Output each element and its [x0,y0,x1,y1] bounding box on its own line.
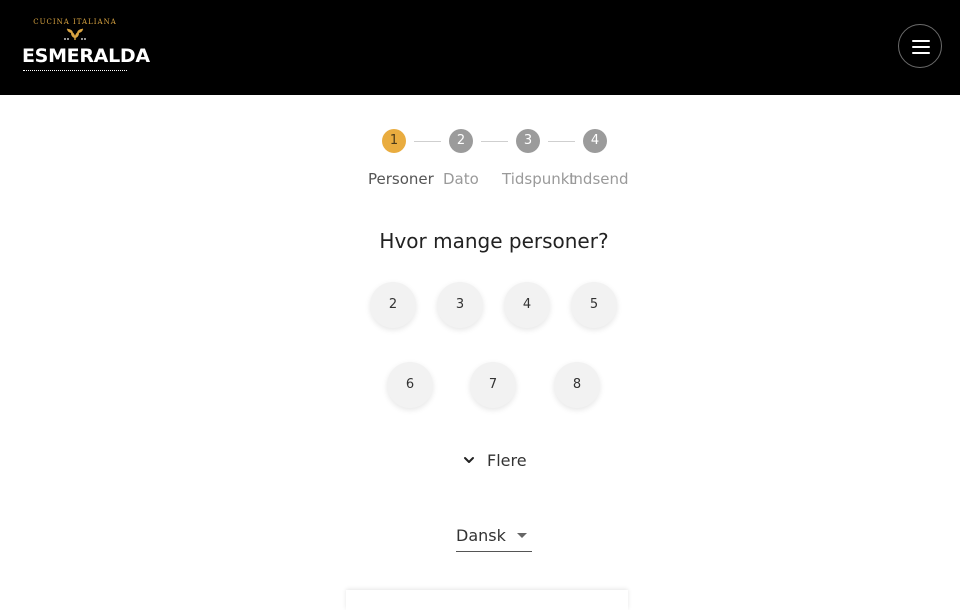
step-4-label[interactable]: Indsend [569,170,629,188]
party-size-option-2[interactable]: 2 [370,282,416,328]
hamburger-menu-icon [912,52,930,54]
hamburger-menu-icon [912,40,930,42]
step-3-label[interactable]: Tidspunkt [502,170,575,188]
brand-tagline: CUCINA ITALIANA [33,18,117,26]
step-1-label[interactable]: Personer [368,170,434,188]
step-2-indicator[interactable]: 2 [449,129,473,153]
olive-branch-icon [64,28,86,41]
party-size-option-7[interactable]: 7 [470,362,516,408]
site-header: CUCINA ITALIANA ESMERALDA [0,0,960,95]
party-size-option-3[interactable]: 3 [437,282,483,328]
hamburger-menu-icon [912,46,930,48]
step-connector [414,141,441,142]
booking-stepper: 1 2 3 4 Personer Dato Tidspunkt Indsend [0,128,960,198]
language-selected-value: Dansk [456,526,506,545]
step-connector [481,141,508,142]
party-size-option-8[interactable]: 8 [554,362,600,408]
party-size-option-5[interactable]: 5 [571,282,617,328]
menu-button[interactable] [898,24,942,68]
party-size-option-4[interactable]: 4 [504,282,550,328]
brand-logo[interactable]: CUCINA ITALIANA ESMERALDA [22,18,150,76]
step-2-label[interactable]: Dato [443,170,479,188]
bottom-panel [346,590,628,610]
party-size-option-6[interactable]: 6 [387,362,433,408]
party-size-question: Hvor mange personer? [379,229,609,253]
dropdown-arrow-icon [517,533,527,538]
language-select[interactable]: Dansk [456,524,532,552]
more-options-label: Flere [487,451,527,470]
step-connector [548,141,575,142]
brand-name: ESMERALDA [22,45,150,67]
step-4-indicator[interactable]: 4 [583,129,607,153]
chevron-down-icon [464,457,474,463]
brand-underline [23,70,127,71]
step-1-indicator[interactable]: 1 [382,129,406,153]
step-3-indicator[interactable]: 3 [516,129,540,153]
